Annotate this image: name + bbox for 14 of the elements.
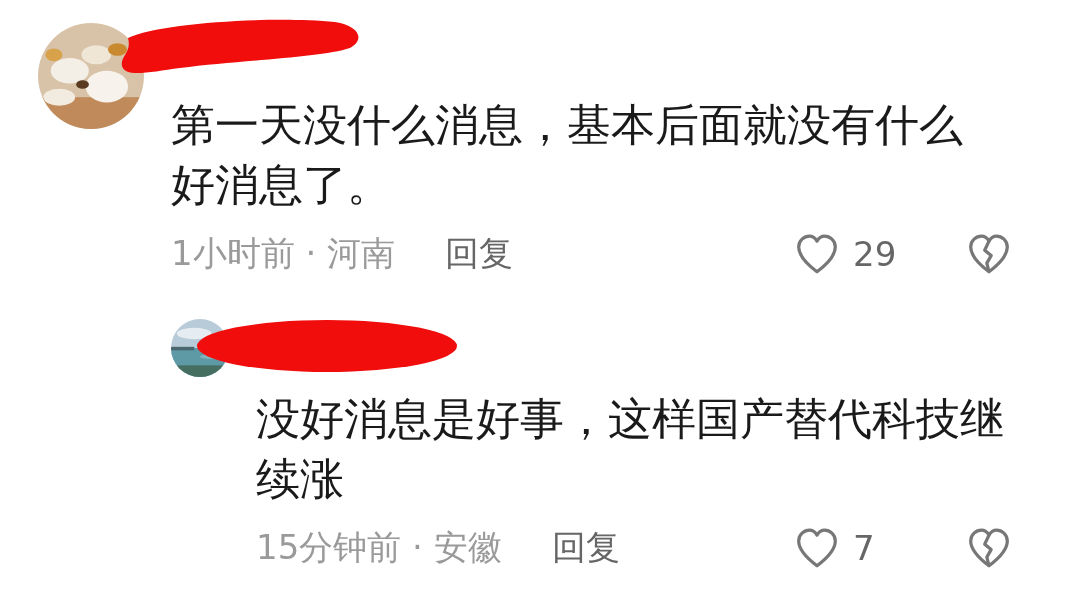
broken-heart-icon <box>967 527 1011 569</box>
heart-icon <box>795 233 839 275</box>
like-button[interactable]: 7 <box>795 527 967 569</box>
broken-heart-icon <box>967 233 1011 275</box>
dislike-button[interactable] <box>967 527 1011 569</box>
heart-icon <box>795 527 839 569</box>
comment-text: 没好消息是好事，这样国产替代科技继续涨 <box>256 392 1005 506</box>
reply-link[interactable]: 回复 <box>445 231 514 277</box>
dislike-button[interactable] <box>967 233 1011 275</box>
comment-meta: 15分钟前 · 安徽 <box>256 526 502 569</box>
comment-text: 第一天没什么消息，基本后面就没有什么好消息了。 <box>171 98 964 212</box>
comment-meta: 1小时前 · 河南 <box>171 232 396 275</box>
reply-link[interactable]: 回复 <box>551 525 620 571</box>
like-button[interactable]: 29 <box>795 233 967 275</box>
